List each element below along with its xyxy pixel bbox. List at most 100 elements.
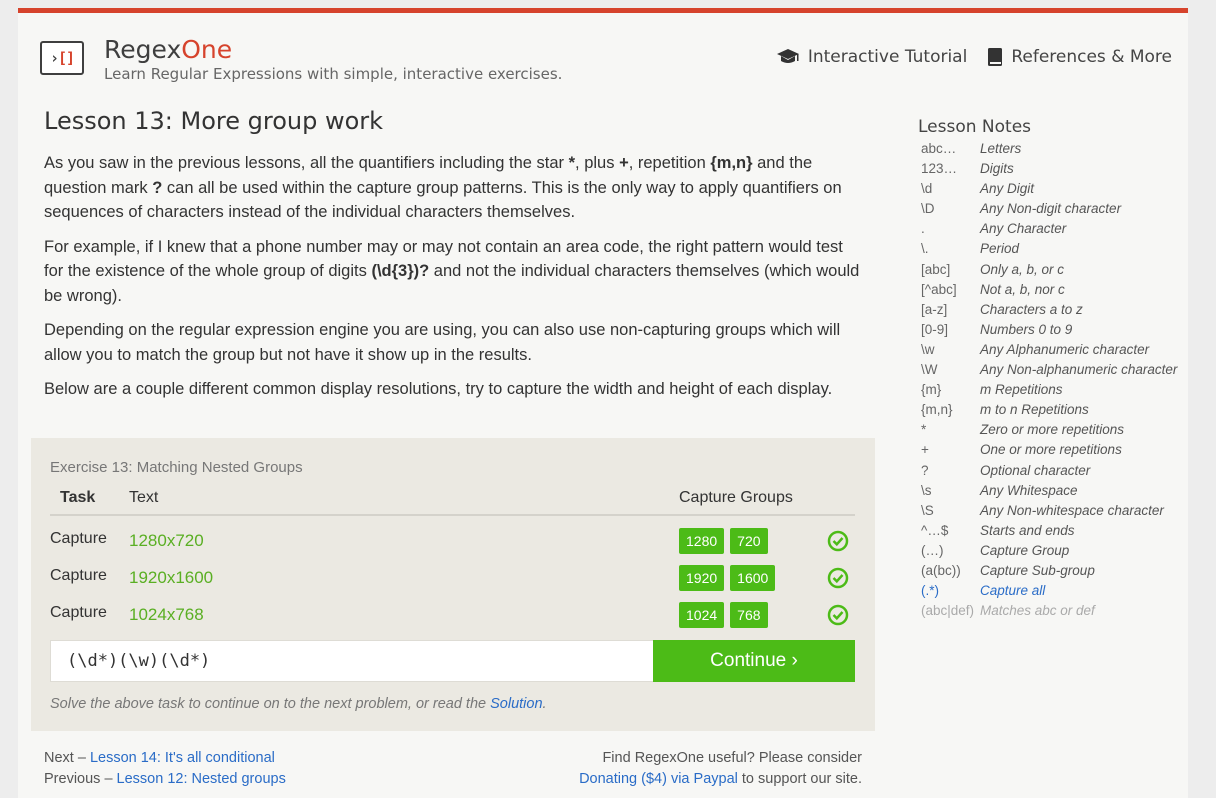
lesson-note-item[interactable]: abc… Letters — [918, 141, 1186, 161]
exercise-panel: Exercise 13: Matching Nested Groups Task… — [31, 438, 875, 731]
previous-lesson-link[interactable]: Lesson 12: Nested groups — [117, 771, 286, 787]
note-symbol: abc… — [921, 141, 957, 156]
nav-references[interactable]: References & More — [987, 47, 1172, 67]
lesson-note-item[interactable]: [abc] Only a, b, or c — [918, 262, 1186, 282]
note-description: Starts and ends — [980, 522, 1075, 538]
note-symbol: * — [921, 422, 927, 438]
p2-code: (\d{3})? — [371, 262, 430, 280]
lesson-note-item[interactable]: [0-9] Numbers 0 to 9 — [918, 322, 1186, 342]
brand-prefix: Regex — [104, 35, 182, 64]
regex-input[interactable] — [51, 641, 653, 681]
row-text: 1280x720 — [129, 531, 204, 550]
note-symbol: \w — [921, 341, 935, 357]
table-row: Capture 1024x768 1024 768 — [50, 598, 855, 635]
lesson-note-item[interactable]: \W Any Non-alphanumeric character — [918, 362, 1186, 382]
lesson-note-item[interactable]: \w Any Alphanumeric character — [918, 342, 1186, 362]
nav-interactive-tutorial[interactable]: Interactive Tutorial — [776, 47, 967, 67]
note-symbol: [abc] — [921, 261, 951, 277]
donate-link[interactable]: Donating ($4) via Paypal — [579, 771, 738, 787]
p1-repetition: {m,n} — [710, 154, 753, 172]
capture-group-chip: 1920 — [679, 565, 725, 591]
page-container: ›[] RegexOne Learn Regular Expressions w… — [18, 8, 1188, 798]
note-description: One or more repetitions — [980, 442, 1122, 458]
note-symbol: \S — [921, 502, 934, 518]
check-circle-icon — [827, 530, 849, 552]
top-nav: Interactive Tutorial References & More — [776, 47, 1172, 67]
lesson-note-item[interactable]: (abc|def) Matches abc or def — [918, 603, 1186, 623]
note-description: Optional character — [980, 462, 1091, 478]
p1-text-c: , repetition — [628, 154, 711, 172]
lesson-note-item[interactable]: \s Any Whitespace — [918, 483, 1186, 503]
note-symbol: [a-z] — [921, 301, 948, 317]
note-symbol: \s — [921, 482, 932, 498]
lesson-note-item[interactable]: (a(bc)) Capture Sub-group — [918, 563, 1186, 583]
note-symbol: [0-9] — [921, 321, 949, 337]
lesson-note-item[interactable]: (.*) Capture all — [918, 583, 1186, 603]
capture-groups: 1024 768 — [679, 602, 768, 628]
note-description: Capture Sub-group — [980, 562, 1095, 578]
lesson-paragraph-4: Below are a couple different common disp… — [44, 380, 833, 398]
next-lesson-link[interactable]: Lesson 14: It's all conditional — [90, 750, 275, 766]
site-title[interactable]: RegexOne — [104, 35, 232, 64]
note-symbol: (.*) — [921, 583, 939, 599]
note-symbol: 123… — [921, 161, 958, 177]
lesson-notes: Lesson Notes abc… Letters 123… Digits \d Any … — [918, 117, 1186, 623]
p1-text-a: As you saw in the previous lessons, all … — [44, 154, 569, 172]
hint-suffix: . — [542, 696, 547, 712]
column-text: Text — [129, 489, 159, 506]
exercise-hint: Solve the above task to continue on to t… — [50, 696, 547, 712]
note-description: Digits — [980, 161, 1014, 177]
lesson-note-item[interactable]: + One or more repetitions — [918, 442, 1186, 462]
p1-question-mark: ? — [152, 178, 163, 197]
note-description: Not a, b, nor c — [980, 281, 1065, 297]
table-row: Capture 1920x1600 1920 1600 — [50, 561, 855, 598]
capture-groups: 1280 720 — [679, 528, 768, 554]
lesson-note-item[interactable]: {m,n} m to n Repetitions — [918, 402, 1186, 422]
row-task: Capture — [50, 567, 107, 584]
lesson-note-item[interactable]: \S Any Non-whitespace character — [918, 503, 1186, 523]
previous-lesson: Previous – Lesson 12: Nested groups — [44, 769, 286, 790]
lesson-note-item[interactable]: (…) Capture Group — [918, 543, 1186, 563]
capture-group-chip: 768 — [730, 602, 768, 628]
regex-input-wrapper — [50, 640, 654, 682]
note-symbol: {m} — [921, 382, 942, 398]
capture-group-chip: 1024 — [679, 602, 725, 628]
logo-bracket-glyph: [] — [57, 49, 75, 67]
lesson-title: Lesson 13: More group work — [44, 107, 384, 135]
note-description: Characters a to z — [980, 301, 1083, 317]
lesson-note-item[interactable]: \. Period — [918, 241, 1186, 261]
site-tagline: Learn Regular Expressions with simple, i… — [104, 65, 563, 83]
note-description: m Repetitions — [980, 382, 1063, 398]
note-symbol: ? — [921, 462, 929, 478]
note-symbol: \D — [921, 201, 935, 217]
lesson-note-item[interactable]: ^…$ Starts and ends — [918, 523, 1186, 543]
lesson-note-item[interactable]: 123… Digits — [918, 161, 1186, 181]
lesson-note-item[interactable]: {m} m Repetitions — [918, 382, 1186, 402]
note-description: m to n Repetitions — [980, 402, 1089, 418]
note-description: Any Whitespace — [980, 482, 1078, 498]
capture-groups: 1920 1600 — [679, 565, 776, 591]
continue-button[interactable]: Continue › — [653, 640, 855, 682]
support-line: Find RegexOne useful? Please consider — [602, 750, 862, 766]
note-description: Numbers 0 to 9 — [980, 321, 1073, 337]
lesson-note-item[interactable]: ? Optional character — [918, 463, 1186, 483]
lesson-note-item[interactable]: \D Any Non-digit character — [918, 201, 1186, 221]
lesson-note-item[interactable]: [^abc] Not a, b, nor c — [918, 282, 1186, 302]
lesson-note-item[interactable]: . Any Character — [918, 221, 1186, 241]
lesson-navigation: Next – Lesson 14: It's all conditional P… — [44, 748, 286, 790]
note-symbol: [^abc] — [921, 281, 957, 297]
solution-link[interactable]: Solution — [490, 696, 542, 712]
lesson-note-item[interactable]: \d Any Digit — [918, 181, 1186, 201]
note-description: Any Non-alphanumeric character — [980, 362, 1178, 378]
table-row: Capture 1280x720 1280 720 — [50, 524, 855, 561]
note-symbol: . — [921, 221, 925, 237]
row-text: 1920x1600 — [129, 568, 214, 587]
regexone-logo-icon[interactable]: ›[] — [40, 41, 84, 75]
note-symbol: (abc|def) — [921, 603, 975, 619]
exercise-table-header: Task Text Capture Groups — [50, 482, 855, 516]
note-description: Matches abc or def — [980, 603, 1095, 619]
note-symbol: {m,n} — [921, 402, 953, 418]
donate-line: Donating ($4) via Paypal to support our … — [488, 769, 862, 790]
lesson-note-item[interactable]: [a-z] Characters a to z — [918, 302, 1186, 322]
lesson-note-item[interactable]: * Zero or more repetitions — [918, 422, 1186, 442]
